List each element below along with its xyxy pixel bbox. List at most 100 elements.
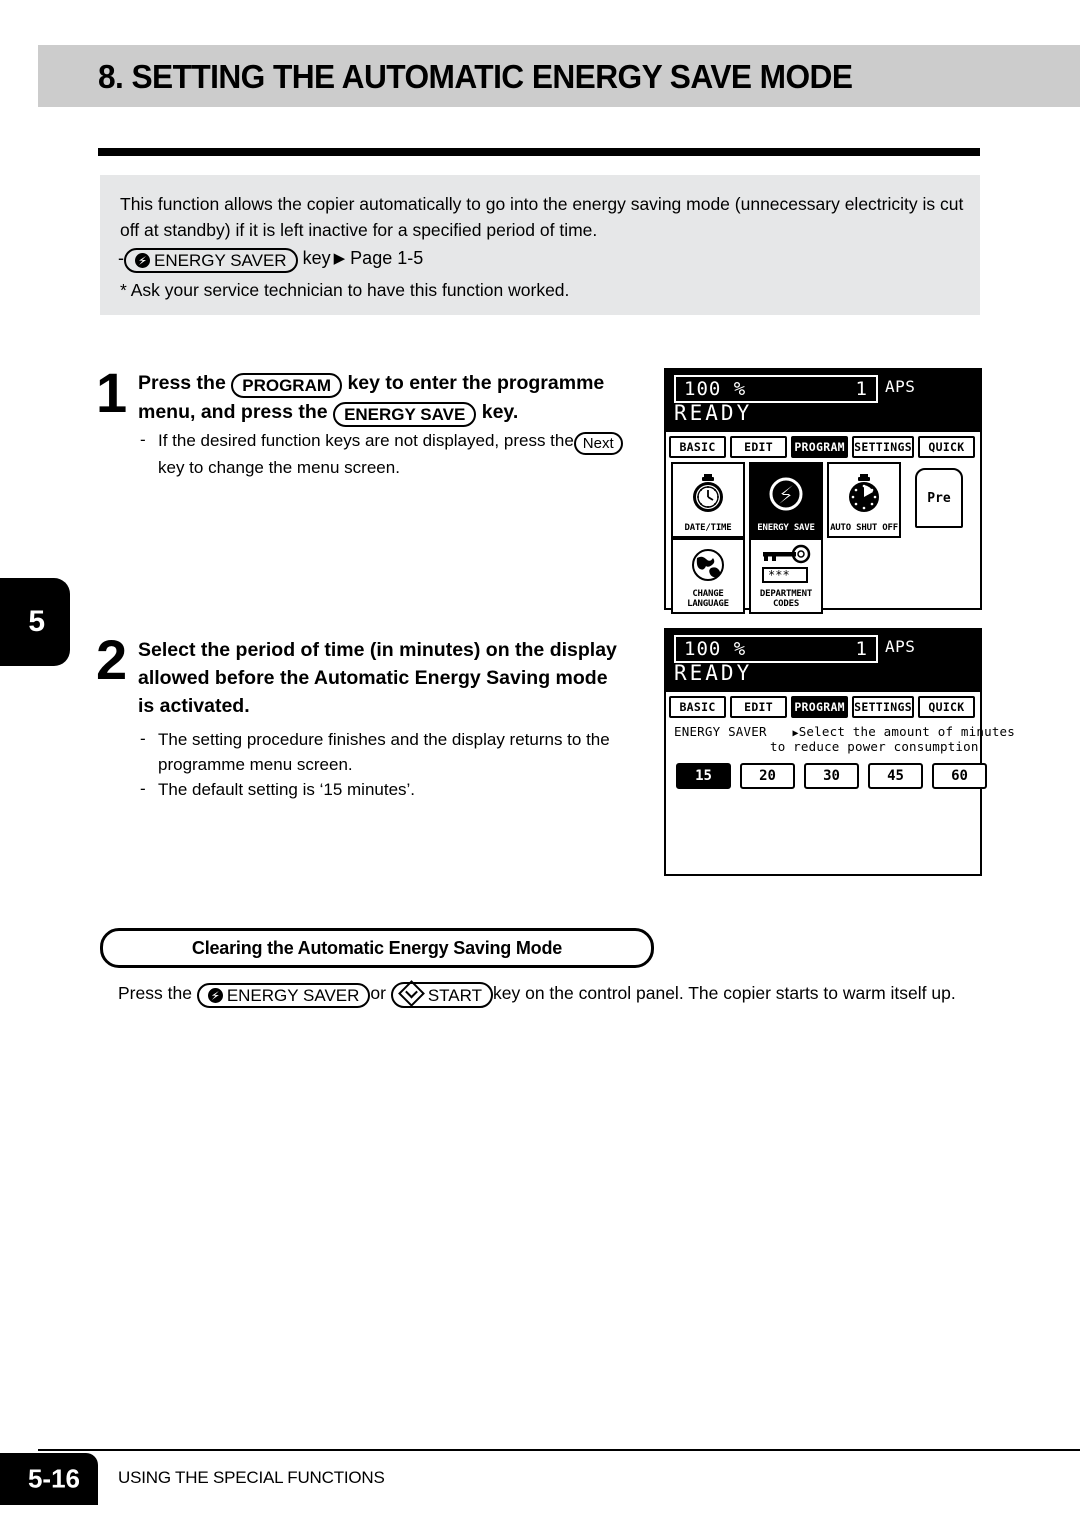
chapter-tab-number: 5 [28, 605, 45, 638]
lcd1-tab-quick[interactable]: QUICK [917, 436, 975, 458]
fkey-energy-save-label: ENERGY SAVE [757, 523, 815, 533]
clearing-energy-saver-keycap[interactable]: ENERGY SAVER [196, 983, 371, 1008]
clearing-start-label: START [427, 986, 482, 1005]
globe-icon [673, 540, 743, 589]
clearing-section-badge: Clearing the Automatic Energy Saving Mod… [100, 928, 654, 968]
step-1-title-d: key. [481, 401, 519, 423]
right-arrow-icon: ▶ [333, 250, 346, 267]
step-1-title: Press the PROGRAM key to enter the progr… [138, 369, 658, 427]
minute-option-30[interactable]: 30 [804, 763, 859, 789]
energy-saver-icon [135, 253, 150, 268]
fkey-auto-shut-off[interactable]: AUTO SHUT OFF [827, 462, 901, 538]
step-1-title-c: menu, and press the [138, 401, 328, 423]
section-rule [98, 148, 980, 156]
energy-save-circle-icon [751, 464, 821, 523]
lcd2-tab-bar[interactable]: BASIC EDIT PROGRAM SETTINGS QUICK [669, 696, 975, 718]
lcd2-tab-edit[interactable]: EDIT [730, 696, 788, 718]
intro-footnote: * Ask your service technician to have th… [120, 280, 570, 300]
intro-key-suffix: key [302, 248, 331, 268]
lcd1-ratio-box: 100 % 1 [674, 375, 878, 403]
clearing-section-title: Clearing the Automatic Energy Saving Mod… [191, 937, 563, 958]
lcd2-ratio-box: 100 % 1 [674, 635, 878, 663]
stopwatch-dark-icon [829, 464, 899, 523]
lcd1-paper-mode: APS [885, 377, 916, 396]
program-keycap[interactable]: PROGRAM [231, 373, 343, 398]
lcd1-zoom-ratio: 100 % [684, 378, 747, 400]
lcd1-tab-program[interactable]: PROGRAM [791, 436, 849, 458]
clearing-start-keycap[interactable]: START [390, 980, 493, 1008]
lcd1-tab-bar[interactable]: BASIC EDIT PROGRAM SETTINGS QUICK [669, 436, 975, 458]
footer-section-title: USING THE SPECIAL FUNCTIONS [118, 1468, 385, 1487]
fkey-change-language[interactable]: CHANGE LANGUAGE [671, 538, 745, 614]
lcd2-tab-basic[interactable]: BASIC [669, 696, 727, 718]
step-1-title-b: key to enter the programme [347, 372, 605, 394]
clearing-text-or: or [370, 983, 386, 1003]
step-2-note-2: The default setting is ‘15 minutes’. [158, 780, 416, 799]
lcd2-prompt-line2: to reduce power consumption [770, 739, 979, 754]
energy-saver-keycap[interactable]: ENERGY SAVER [124, 248, 298, 273]
fkey-auto-shut-off-label: AUTO SHUT OFF [830, 523, 898, 533]
step-2-note-1-line1: The setting procedure finishes and the d… [158, 730, 610, 749]
step-1-note: If the desired function keys are not dis… [158, 428, 658, 480]
next-keycap[interactable]: Next [573, 432, 623, 455]
lcd-panel-program-menu[interactable]: 100 % 1 APS READY BASIC EDIT PROGRAM SET… [664, 368, 982, 614]
lcd1-tab-edit[interactable]: EDIT [730, 436, 788, 458]
lcd-panel-energy-saver-minutes[interactable]: 100 % 1 APS READY BASIC EDIT PROGRAM SET… [664, 628, 1015, 876]
clearing-text-a: Press the [118, 983, 192, 1003]
step-1-title-a: Press the [138, 372, 226, 394]
lcd2-tab-quick[interactable]: QUICK [917, 696, 975, 718]
lcd2-status-text: READY [674, 661, 753, 685]
step-2-note-2-dash: - [140, 779, 146, 798]
lcd2-prompt-line1: Select the amount of minutes [798, 724, 1016, 739]
key-code-icon: ***_ [751, 540, 821, 589]
minute-option-15[interactable]: 15 [676, 763, 731, 789]
lcd1-status-bar: 100 % 1 APS READY [666, 370, 980, 432]
fkey-department-codes-label: DEPARTMENT CODES [759, 589, 813, 609]
step-1-note-a: If the desired function keys are not dis… [158, 431, 574, 450]
fkey-energy-save[interactable]: ENERGY SAVE [749, 462, 823, 538]
lcd2-copy-count: 1 [855, 638, 867, 660]
energy-save-keycap[interactable]: ENERGY SAVE [333, 402, 477, 427]
intro-paragraph: This function allows the copier automati… [120, 194, 964, 240]
minute-option-45[interactable]: 45 [868, 763, 923, 789]
step-1-number: 1 [96, 361, 128, 424]
energy-saver-icon [207, 988, 223, 1003]
fkey-change-language-label: CHANGE LANGUAGE [687, 589, 729, 612]
lcd2-minute-options[interactable]: 15 20 30 45 60 [676, 763, 987, 789]
step-2-title-line3: is activated. [138, 695, 250, 717]
lcd2-tab-settings[interactable]: SETTINGS [852, 696, 914, 718]
clearing-energy-saver-label: ENERGY SAVER [226, 986, 360, 1005]
step-2-title-line2: allowed before the Automatic Energy Savi… [138, 667, 608, 689]
step-1-note-b: key to change the menu screen. [158, 458, 400, 477]
step-2-note-1-dash: - [140, 729, 146, 748]
lcd2-paper-mode: APS [885, 637, 916, 656]
lcd1-tab-basic[interactable]: BASIC [669, 436, 727, 458]
page-number-badge: 5-16 [0, 1453, 98, 1505]
intro-key-reference: - ENERGY SAVER key ▶ Page 1-5 [118, 245, 423, 273]
page-title: 8. SETTING THE AUTOMATIC ENERGY SAVE MOD… [98, 58, 853, 95]
energy-saver-keycap-label: ENERGY SAVER [154, 251, 287, 270]
step-2-number: 2 [96, 628, 128, 691]
step-2-note-1-line2: programme menu screen. [158, 755, 353, 774]
minute-option-60[interactable]: 60 [932, 763, 987, 789]
footer-rule [38, 1449, 1080, 1451]
fkey-change-language-label-2: LANGUAGE [687, 599, 729, 609]
intro-page-ref: Page 1-5 [350, 248, 424, 268]
fkey-department-codes[interactable]: ***_ DEPARTMENT CODES [749, 538, 823, 614]
step-2-title-line1: Select the period of time (in minutes) o… [138, 639, 617, 661]
fkey-date-time[interactable]: DATE/TIME [671, 462, 745, 538]
fkey-change-language-label-1: CHANGE [692, 589, 724, 599]
clearing-instruction: Press the ENERGY SAVER or START key on the… [118, 980, 956, 1008]
lcd2-zoom-ratio: 100 % [684, 638, 747, 660]
lcd2-status-bar: 100 % 1 APS READY [666, 630, 980, 692]
clearing-text-b: key on the control panel. The copier sta… [493, 983, 956, 1003]
lcd2-prompt-title: ENERGY SAVER [674, 724, 767, 739]
lcd1-next-page-tab[interactable]: Pre [915, 468, 963, 528]
fkey-date-time-label: DATE/TIME [684, 523, 732, 533]
lcd1-tab-settings[interactable]: SETTINGS [852, 436, 914, 458]
minute-option-20[interactable]: 20 [740, 763, 795, 789]
svg-text:***_: ***_ [768, 568, 798, 582]
step-1-note-dash: - [140, 430, 146, 449]
lcd2-tab-program[interactable]: PROGRAM [791, 696, 849, 718]
lcd2-prompt-row-1: ENERGY SAVER ▶Select the amount of minut… [674, 724, 1015, 739]
